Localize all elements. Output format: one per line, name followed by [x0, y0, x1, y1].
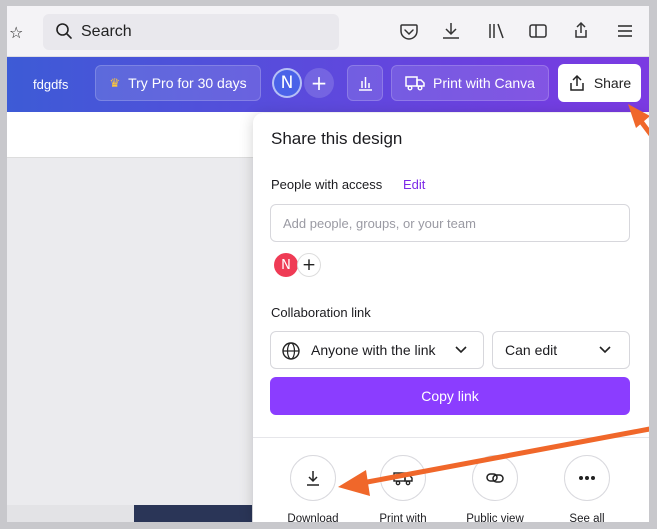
try-pro-label: Try Pro for 30 days [128, 75, 247, 91]
add-people-input[interactable] [270, 204, 630, 242]
user-avatar[interactable]: N [272, 68, 302, 98]
print-with-canva-button[interactable]: Print with Canva [391, 65, 549, 101]
print-label: Print with [379, 513, 427, 525]
pocket-icon[interactable] [398, 20, 420, 42]
document-name[interactable]: fdgdfs [33, 77, 68, 92]
chevron-down-icon [455, 346, 467, 354]
print-label: Print with Canva [433, 75, 535, 91]
library-icon[interactable] [485, 20, 507, 42]
member-avatar[interactable]: N [274, 253, 298, 277]
search-icon [56, 23, 72, 39]
bar-chart-icon [359, 77, 372, 91]
see-all-label: See all [569, 513, 605, 525]
try-pro-button[interactable]: ♛ Try Pro for 30 days [95, 65, 261, 101]
panel-title: Share this design [271, 129, 403, 148]
share-panel: Share this design People with access Edi… [253, 113, 649, 525]
download-action[interactable]: Download [268, 455, 358, 525]
edit-access-link[interactable]: Edit [403, 177, 425, 192]
globe-icon [282, 342, 300, 360]
link-access-dropdown[interactable]: Anyone with the link [270, 331, 484, 369]
copy-link-button[interactable]: Copy link [270, 377, 630, 415]
link-access-value: Anyone with the link [311, 342, 436, 358]
download-circle[interactable] [290, 455, 336, 501]
permission-value: Can edit [505, 342, 558, 358]
public-view-action[interactable]: Public view [450, 455, 540, 525]
divider [253, 437, 649, 438]
collaboration-link-label: Collaboration link [271, 305, 371, 320]
public-view-circle[interactable] [472, 455, 518, 501]
people-with-access-label: People with access [271, 177, 383, 192]
insights-button[interactable] [347, 65, 383, 101]
search-text: Search [81, 23, 132, 40]
menu-icon[interactable] [614, 20, 636, 42]
share-icon[interactable] [570, 20, 592, 42]
share-label: Share [593, 75, 632, 91]
public-view-label: Public view [466, 513, 524, 525]
download-icon[interactable] [440, 20, 462, 42]
download-icon [307, 471, 319, 486]
download-label: Download [287, 513, 339, 525]
more-icon [579, 476, 595, 480]
canva-header: fdgdfs ♛ Try Pro for 30 days N + Print w… [7, 57, 649, 112]
see-all-circle[interactable] [564, 455, 610, 501]
chevron-down-icon [599, 346, 611, 354]
sidebar-icon[interactable] [527, 20, 549, 42]
add-collaborator-button[interactable]: + [304, 68, 334, 98]
search-box[interactable]: Search [43, 14, 339, 50]
add-member-button[interactable]: + [297, 253, 321, 277]
share-button[interactable]: Share [558, 64, 641, 102]
see-all-action[interactable]: See all [542, 455, 632, 525]
crown-icon: ♛ [109, 76, 121, 90]
browser-toolbar: ☆ Search [7, 6, 649, 57]
page-thumbnail[interactable] [134, 505, 252, 523]
truck-icon [405, 76, 425, 91]
truck-icon [393, 472, 413, 486]
permission-dropdown[interactable]: Can edit [492, 331, 630, 369]
print-action[interactable]: Print with [358, 455, 448, 525]
link-icon [486, 473, 504, 483]
star-icon[interactable]: ☆ [9, 23, 23, 42]
print-circle[interactable] [380, 455, 426, 501]
upload-icon [570, 74, 584, 91]
